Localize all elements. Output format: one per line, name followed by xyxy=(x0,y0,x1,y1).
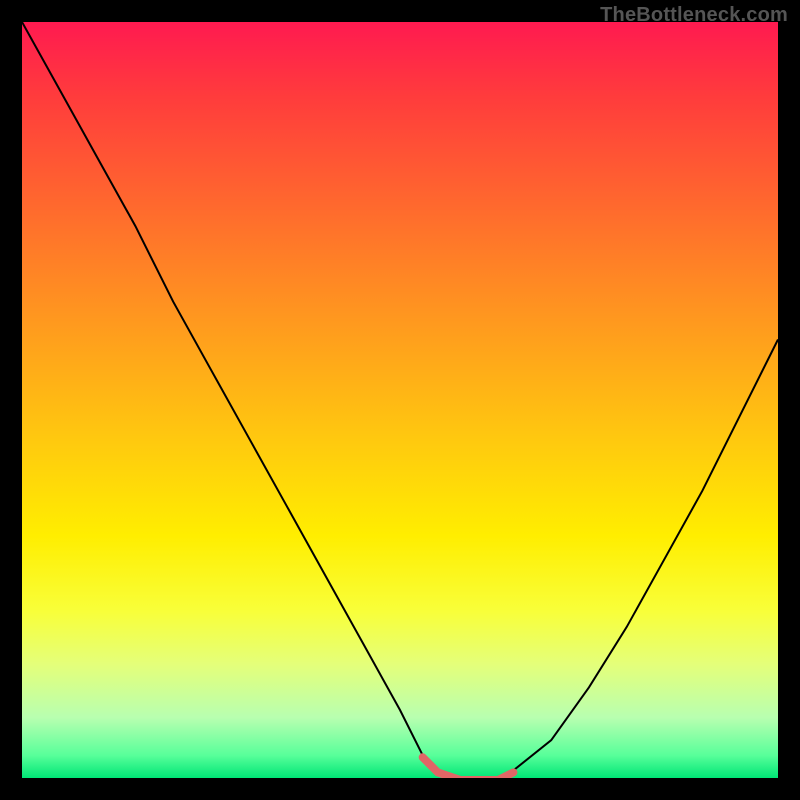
chart-root: TheBottleneck.com xyxy=(0,0,800,800)
plot-background-gradient xyxy=(22,22,778,778)
watermark-text: TheBottleneck.com xyxy=(600,4,788,27)
frame-left xyxy=(0,0,22,800)
frame-right xyxy=(778,0,800,800)
frame-bottom xyxy=(0,778,800,800)
